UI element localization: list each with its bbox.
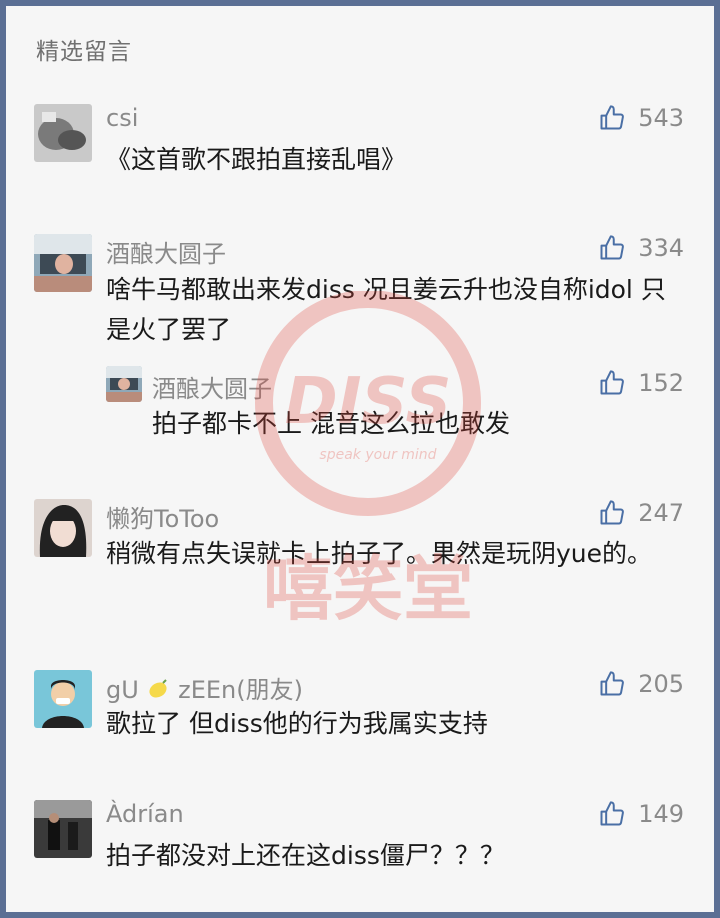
- like-button[interactable]: 149: [598, 800, 684, 828]
- reply-author[interactable]: 酒酿大圆子: [152, 369, 272, 404]
- thumbs-up-icon: [600, 801, 625, 826]
- comment-author[interactable]: csi: [106, 104, 138, 132]
- comment-text: 啥牛马都敢出来发diss 况且姜云升也没自称idol 只是火了罢了: [106, 275, 666, 344]
- comment-author[interactable]: 懒狗ToToo: [106, 499, 219, 534]
- like-count: 334: [638, 234, 684, 262]
- like-button[interactable]: 152: [598, 369, 684, 397]
- comment-author[interactable]: 酒酿大圆子: [106, 234, 226, 269]
- like-count: 247: [638, 499, 684, 527]
- avatar[interactable]: [34, 104, 92, 162]
- like-button[interactable]: 543: [598, 104, 684, 132]
- comment-text: 歌拉了 但diss他的行为我属实支持: [106, 709, 488, 738]
- thumbs-up-icon: [600, 671, 625, 696]
- avatar[interactable]: [34, 499, 92, 557]
- thumbs-up-icon: [600, 500, 625, 525]
- author-name-part: zEEn(朋友): [178, 676, 303, 704]
- like-count: 149: [638, 800, 684, 828]
- like-button[interactable]: 205: [598, 670, 684, 698]
- reply-text: 拍子都卡不上 混音这么拉也敢发: [152, 409, 510, 438]
- thumbs-up-icon: [600, 370, 625, 395]
- comment-text: 《这首歌不跟拍直接乱唱》: [106, 145, 407, 174]
- like-button[interactable]: 334: [598, 234, 684, 262]
- comments-panel: 精选留言 csi 《这首歌不跟拍直接乱唱》 543 酒酿大圆子 啥牛马都敢出来发…: [6, 6, 714, 912]
- comment-author[interactable]: gU zEEn(朋友): [106, 670, 303, 705]
- section-title: 精选留言: [36, 39, 132, 65]
- lemon-emoji-icon: [149, 679, 168, 698]
- avatar[interactable]: [34, 800, 92, 858]
- thumbs-up-icon: [600, 235, 625, 260]
- avatar[interactable]: [34, 234, 92, 292]
- like-count: 543: [638, 104, 684, 132]
- comment-text: 稍微有点失误就卡上拍子了。果然是玩阴yue的。: [106, 539, 653, 568]
- comment-text: 拍子都没对上还在这diss僵尸？？？: [106, 841, 505, 870]
- svg-text:speak your mind: speak your mind: [319, 447, 436, 463]
- like-count: 152: [638, 369, 684, 397]
- author-name-part: gU: [106, 676, 139, 704]
- avatar[interactable]: [106, 366, 142, 402]
- like-button[interactable]: 247: [598, 499, 684, 527]
- like-count: 205: [638, 670, 684, 698]
- comment-author[interactable]: Àdrían: [106, 800, 184, 828]
- thumbs-up-icon: [600, 105, 625, 130]
- avatar[interactable]: [34, 670, 92, 728]
